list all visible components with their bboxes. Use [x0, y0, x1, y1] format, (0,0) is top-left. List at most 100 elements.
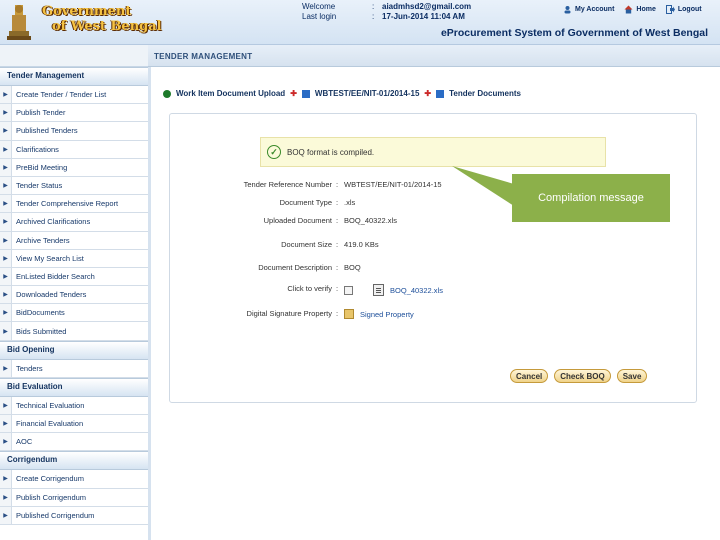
sidebar-menu-item[interactable]: ▶ Published Corrigendum [0, 506, 148, 525]
logout-label: Logout [677, 6, 702, 13]
cancel-button[interactable]: Cancel [510, 369, 549, 383]
home-link[interactable]: Home [624, 5, 656, 14]
sidebar-menu-item[interactable]: ▶ Bids Submitted [0, 322, 148, 341]
arrow-right-icon: ▶ [0, 470, 12, 488]
logo-line-1: Government [42, 4, 132, 19]
sidebar-menu-item[interactable]: ▶ PreBid Meeting [0, 158, 148, 177]
colon: : [372, 12, 375, 21]
signed-property-link[interactable]: Signed Property [360, 310, 414, 319]
field-click-to-verify: Click to verify : BOQ_40322.xls [190, 284, 443, 296]
verify-file-link[interactable]: BOQ_40322.xls [390, 286, 443, 295]
user-icon [564, 6, 571, 14]
sidebar-item-label: Archived Clarifications [16, 217, 91, 227]
colon: : [335, 263, 339, 272]
field-value: BOQ [344, 263, 361, 272]
arrow-right-icon: ▶ [0, 176, 12, 195]
field-label: Click to verify [287, 284, 332, 293]
upload-icon [163, 89, 171, 98]
status-notice: ✓ BOQ format is compiled. [260, 137, 606, 167]
sidebar-menu-item[interactable]: ▶ Financial Evaluation [0, 415, 148, 434]
arrow-right-icon: ▶ [0, 488, 12, 506]
sidebar-menu-item[interactable]: ▶ BidDocuments [0, 304, 148, 323]
logout-icon [665, 5, 675, 14]
field-label: Document Size [281, 240, 332, 249]
sidebar-menu-item[interactable]: ▶ Downloaded Tenders [0, 286, 148, 305]
sidebar-item-label: Bids Submitted [16, 326, 67, 336]
callout-annotation: Compilation message [512, 174, 670, 222]
sidebar-item-label: Tender Comprehensive Report [16, 199, 119, 209]
sidebar-menu-item[interactable]: ▶ Archive Tenders [0, 231, 148, 250]
sidebar-menu-item[interactable]: ▶ Tender Comprehensive Report [0, 195, 148, 214]
welcome-label: Welcome [302, 2, 336, 11]
page-icon [436, 89, 445, 98]
sidebar-menu-item[interactable]: ▶ Publish Corrigendum [0, 488, 148, 507]
breadcrumb-item-3[interactable]: Tender Documents [449, 89, 521, 98]
sidebar-menu-item[interactable]: ▶ EnListed Bidder Search [0, 267, 148, 287]
home-icon [624, 5, 633, 14]
last-login-label: Last login [302, 12, 337, 21]
arrow-right-icon: ▶ [0, 158, 12, 176]
sidebar-item-label: Publish Tender [16, 108, 66, 118]
field-digital-signature: Digital Signature Property : Signed Prop… [190, 309, 414, 319]
sidebar-menu-item[interactable]: ▶ Create Corrigendum [0, 470, 148, 489]
arrow-right-icon: ▶ [0, 415, 12, 433]
field-document-type: Document Type : .xls [190, 198, 356, 207]
sidebar-item-label: Tender Status [16, 181, 63, 191]
logout-link[interactable]: Logout [665, 5, 702, 14]
breadcrumb: Work Item Document Upload ✚ WBTEST/EE/NI… [163, 89, 521, 98]
sidebar-menu-item[interactable]: ▶ Publish Tender [0, 104, 148, 123]
colon: : [335, 240, 339, 249]
sidebar-menu-item[interactable]: ▶ Archived Clarifications [0, 213, 148, 232]
home-label: Home [636, 6, 656, 13]
arrow-right-icon: ▶ [0, 213, 12, 231]
field-value: 419.0 KBs [344, 240, 379, 249]
sidebar-menu-item[interactable]: ▶ Technical Evaluation [0, 396, 148, 415]
field-tender-ref: Tender Reference Number : WBTEST/EE/NIT-… [190, 180, 442, 189]
colon: : [372, 2, 375, 11]
sidebar-top-strip [0, 45, 148, 67]
sidebar-menu-item[interactable]: ▶ Published Tenders [0, 122, 148, 141]
arrow-right-icon: ▶ [0, 267, 12, 286]
sidebar-item-label: Technical Evaluation [16, 400, 85, 410]
sidebar-section-header[interactable]: Bid Evaluation [0, 377, 148, 397]
system-title: eProcurement System of Government of Wes… [440, 27, 708, 39]
sidebar-item-label: Downloaded Tenders [16, 290, 87, 300]
login-info: Welcome : aiadmhsd2@gmail.com Last login… [302, 2, 471, 22]
breadcrumb-item-2[interactable]: WBTEST/EE/NIT-01/2014-15 [315, 89, 419, 98]
field-uploaded-document: Uploaded Document : BOQ_40322.xls [190, 216, 397, 225]
sidebar-item-label: Publish Corrigendum [16, 492, 87, 502]
verify-checkbox[interactable] [344, 285, 353, 295]
sidebar-section-header[interactable]: Bid Opening [0, 340, 148, 360]
arrow-right-icon: ▶ [0, 304, 12, 322]
signature-icon [344, 309, 354, 319]
sidebar-item-label: AOC [16, 437, 33, 447]
arrow-right-icon: ▶ [0, 396, 12, 414]
welcome-value: aiadmhsd2@gmail.com [382, 2, 472, 11]
sidebar-menu-item[interactable]: ▶ Tender Status [0, 176, 148, 196]
check-boq-button[interactable]: Check BOQ [554, 369, 611, 383]
sidebar-section-header[interactable]: Tender Management [0, 67, 148, 86]
sidebar: Tender Management ▶ Create Tender / Tender… [0, 67, 148, 540]
sidebar-item-label: PreBid Meeting [16, 162, 68, 172]
sidebar-menu-item[interactable]: ▶ Create Tender / Tender List [0, 86, 148, 105]
sidebar-menu-item[interactable]: ▶ Clarifications [0, 140, 148, 159]
arrow-right-icon: ▶ [0, 140, 12, 158]
arrow-right-icon: ▶ [0, 86, 12, 104]
breadcrumb-separator-icon: ✚ [424, 89, 432, 98]
sidebar-menu-item[interactable]: ▶ View My Search List [0, 249, 148, 268]
top-links: My Account Home Logout [563, 5, 702, 14]
sidebar-item-label: Financial Evaluation [16, 419, 84, 429]
my-account-link[interactable]: My Account [563, 5, 614, 14]
field-label: Document Description [258, 263, 332, 272]
arrow-right-icon: ▶ [0, 322, 12, 340]
breadcrumb-item-1[interactable]: Work Item Document Upload [176, 89, 285, 98]
header: Government of West Bengal Welcome : aiad… [0, 0, 720, 45]
field-document-description: Document Description : BOQ [190, 263, 361, 272]
action-buttons: Cancel Check BOQ Save [510, 369, 648, 383]
sidebar-menu-item[interactable]: ▶ Tenders [0, 359, 148, 378]
save-button[interactable]: Save [616, 369, 648, 383]
sidebar-section-header[interactable]: Corrigendum [0, 451, 148, 471]
sidebar-menu-item[interactable]: ▶ AOC [0, 433, 148, 452]
sidebar-item-label: Published Corrigendum [16, 510, 95, 520]
breadcrumb-separator-icon: ✚ [290, 89, 297, 98]
